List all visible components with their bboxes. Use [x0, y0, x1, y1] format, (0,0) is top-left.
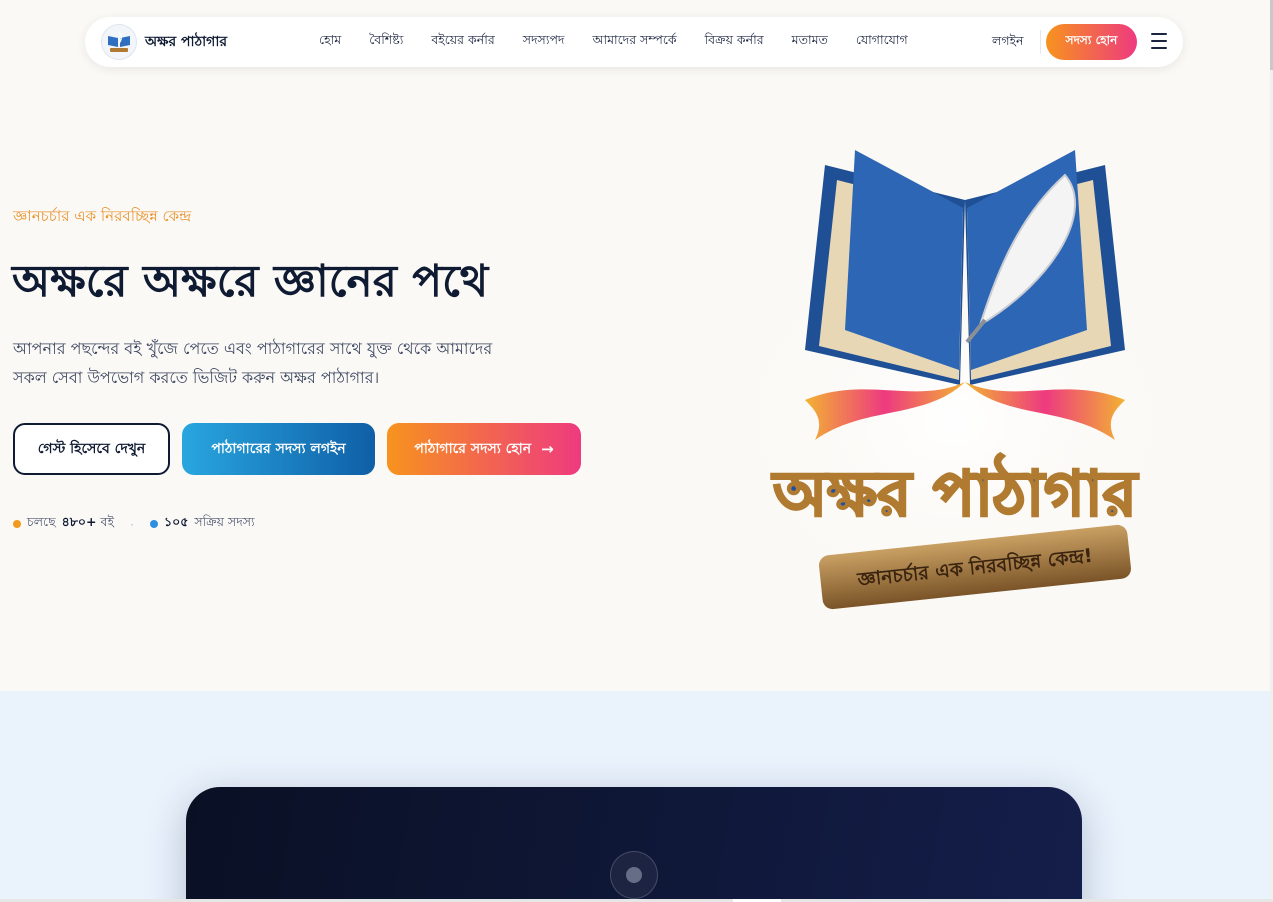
nav-link-contact[interactable]: যোগাযোগ — [856, 32, 908, 52]
brand-logo — [101, 24, 137, 60]
brand-name: অক্ষর পাঠাগার — [145, 34, 228, 50]
brand[interactable]: অক্ষর পাঠাগার — [101, 24, 227, 60]
hero-illustration: অক্ষর পাঠাগার জ্ঞানচর্চার এক নিরবচ্ছিন্ন… — [695, 120, 1215, 630]
stat-separator: · — [129, 516, 134, 532]
guest-view-button[interactable]: গেস্ট হিসেবে দেখুন — [13, 423, 170, 475]
become-member-button[interactable]: পাঠাগারে সদস্য হোন → — [387, 423, 581, 475]
art-logo-title: অক্ষর পাঠাগার — [771, 453, 1138, 530]
video-section — [0, 691, 1273, 902]
nav-link-sales-corner[interactable]: বিক্রয় কর্নার — [705, 32, 764, 52]
nav-link-home[interactable]: হোম — [319, 32, 341, 52]
member-login-button[interactable]: পাঠাগারের সদস্য লগইন — [182, 423, 375, 475]
status-dot-orange — [13, 520, 21, 528]
login-link[interactable]: লগইন — [992, 33, 1023, 53]
stat-members-suffix: সক্রিয় সদস্য — [194, 514, 255, 529]
hero-stats: চলছে ৪৮০+ বই · ১০৫ সক্রিয় সদস্য — [13, 514, 255, 534]
status-dot-blue — [149, 520, 158, 528]
nav-divider — [1040, 30, 1041, 54]
member-login-label: পাঠাগারের সদস্য লগইন — [211, 441, 346, 457]
video-card — [186, 787, 1082, 902]
top-navbar: অক্ষর পাঠাগার হোম বৈশিষ্ট্য বইয়ের কর্না… — [85, 17, 1183, 67]
nav-link-about[interactable]: আমাদের সম্পর্কে — [593, 32, 677, 52]
nav-links: হোম বৈশিষ্ট্য বইয়ের কর্নার সদস্যপদ আমাদ… — [319, 17, 936, 67]
play-icon[interactable] — [610, 851, 658, 899]
hero-tagline: জ্ঞানচর্চার এক নিরবচ্ছিন্ন কেন্দ্র — [13, 207, 192, 225]
stat-books-value: ৪৮০+ — [61, 514, 97, 529]
stat-books-suffix: বই — [100, 514, 114, 529]
hero-title: অক্ষরে অক্ষরে জ্ঞানের পথে — [12, 256, 489, 307]
stat-books-prefix: চলছে — [27, 514, 56, 529]
hamburger-menu-icon[interactable] — [1151, 33, 1167, 49]
nav-link-membership[interactable]: সদস্যপদ — [523, 32, 565, 52]
become-member-label: পাঠাগারে সদস্য হোন — [414, 441, 532, 457]
nav-link-book-corner[interactable]: বইয়ের কর্নার — [431, 32, 494, 52]
hero-description: আপনার পছন্দের বই খুঁজে পেতে এবং পাঠাগারে… — [13, 339, 493, 387]
guest-view-label: গেস্ট হিসেবে দেখুন — [37, 441, 146, 457]
nav-link-features[interactable]: বৈশিষ্ট্য — [369, 32, 403, 52]
nav-link-reviews[interactable]: মতামত — [792, 32, 828, 52]
stat-members-value: ১০৫ — [163, 514, 189, 529]
arrow-right-icon: → — [541, 440, 554, 458]
join-button[interactable]: সদস্য হোন — [1046, 24, 1137, 60]
